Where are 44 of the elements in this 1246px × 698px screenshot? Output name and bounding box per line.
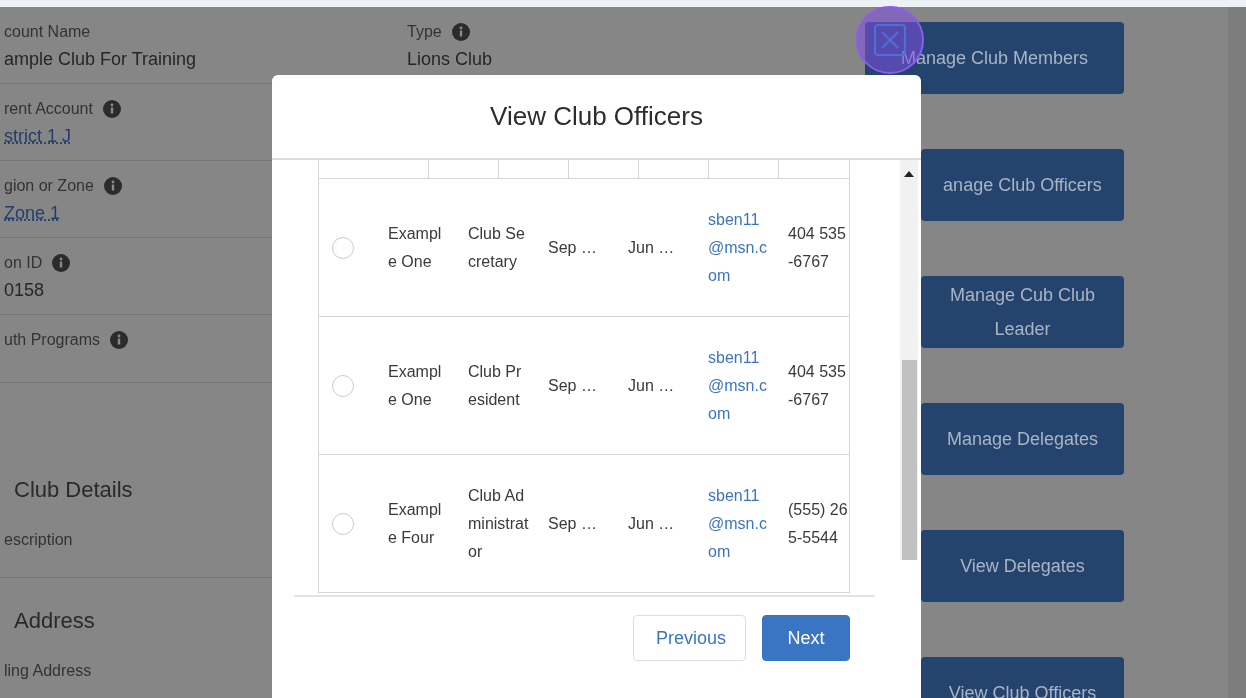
action-button[interactable]: View Delegates xyxy=(921,530,1124,602)
table-cell-text: Sep … xyxy=(548,375,598,396)
page-scrollbar[interactable] xyxy=(1228,7,1246,698)
field-label: Type xyxy=(407,23,442,41)
table-cell-text: Example Four xyxy=(388,499,443,548)
scroll-up-icon[interactable] xyxy=(904,171,914,177)
field-link[interactable]: Zone 1 xyxy=(4,203,61,224)
section-heading: Club Details xyxy=(14,477,133,503)
scrollbar-thumb[interactable] xyxy=(901,360,917,560)
table-cell-text: Sep … xyxy=(548,513,598,534)
field-label: rent Account xyxy=(4,100,93,118)
table-cell-text: Example One xyxy=(388,361,443,410)
table-cell-text: Sep … xyxy=(548,237,598,258)
table-cell-text: Jun … xyxy=(628,237,676,258)
action-button[interactable]: Manage Cub Club Leader xyxy=(921,276,1124,348)
field-label: count Name xyxy=(4,23,91,41)
table-cell-text: Example One xyxy=(388,223,443,272)
field-label: ling Address xyxy=(4,662,92,679)
next-button[interactable]: Next xyxy=(762,615,850,661)
field-value: ample Club For Training xyxy=(4,49,198,70)
table-cell-text: Club Secretary xyxy=(468,223,526,272)
action-button[interactable]: Manage Delegates xyxy=(921,403,1124,475)
field-label: escription xyxy=(4,531,73,548)
modal-title: View Club Officers xyxy=(490,101,703,132)
field-link[interactable]: strict 1 J xyxy=(4,126,71,147)
field-label: gion or Zone xyxy=(4,177,94,195)
action-button[interactable]: anage Club Officers xyxy=(921,149,1124,221)
email-link[interactable]: sben11@msn.com xyxy=(708,205,770,290)
email-link[interactable]: sben11@msn.com xyxy=(708,343,770,428)
section-heading: Address xyxy=(14,608,95,634)
table-cell-text: (555) 265-5544 xyxy=(788,499,849,548)
table-cell-text: Club Administrator xyxy=(468,485,530,562)
table-cell-text: Club President xyxy=(468,361,523,410)
table-cell-text: Jun … xyxy=(628,513,676,534)
scrollbar[interactable] xyxy=(900,160,918,560)
field-value: Lions Club xyxy=(407,49,493,70)
table-cell-text: 404 535-6767 xyxy=(788,223,847,272)
previous-button[interactable]: Previous xyxy=(633,615,746,661)
email-link[interactable]: sben11@msn.com xyxy=(708,481,770,566)
table-cell-text: 404 535-6767 xyxy=(788,361,847,410)
table-cell-text: Jun … xyxy=(628,375,676,396)
field-label: uth Programs xyxy=(4,331,101,349)
field-label: on ID xyxy=(4,254,43,272)
field-value: 0158 xyxy=(4,280,46,301)
